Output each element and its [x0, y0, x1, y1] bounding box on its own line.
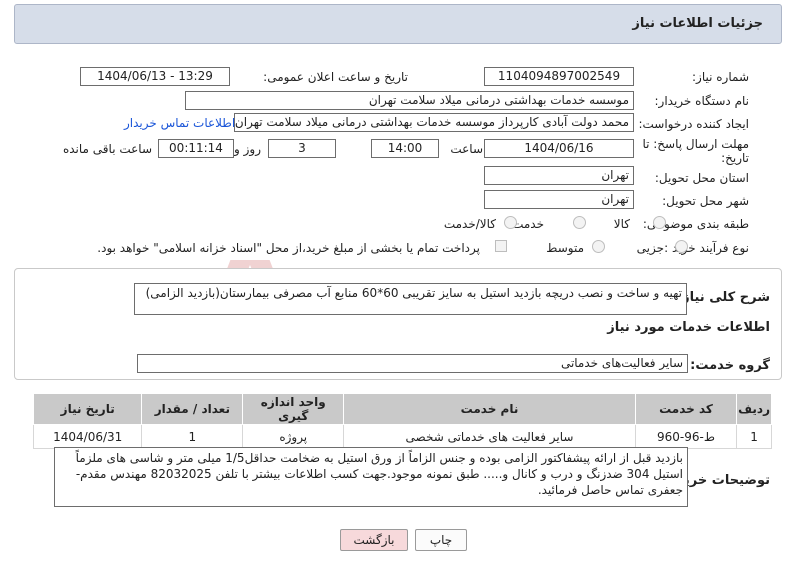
services-table: ردیف کد خدمت نام خدمت واحد اندازه گیری ت… [32, 393, 772, 449]
summary-field: تهیه و ساخت و نصب دریچه بازدید استیل به … [134, 283, 687, 315]
print-button[interactable]: چاپ [415, 529, 467, 551]
cell-need-date: 1404/06/31 [32, 424, 143, 449]
service-group-field: سایر فعالیت‌های خدماتی [137, 354, 688, 373]
summary-label: شرح کلی نیاز: [676, 290, 770, 305]
back-button[interactable]: بازگشت [340, 529, 408, 551]
need-number-label: شماره نیاز: [692, 70, 749, 84]
category-radio-goods[interactable] [653, 216, 666, 229]
col-row-number: ردیف [736, 393, 772, 425]
col-need-date: تاریخ نیاز [32, 393, 143, 425]
table-header-row: ردیف کد خدمت نام خدمت واحد اندازه گیری ت… [32, 393, 772, 425]
city-field: تهران [484, 190, 634, 209]
deadline-date-label: تاریخ: [721, 151, 749, 165]
buyer-notes-field: بازدید قبل از ارائه پیشفاکتور الزامی بود… [54, 447, 688, 507]
process-option-minor: جزیی [636, 241, 664, 255]
announce-date-label: تاریخ و ساعت اعلان عمومی: [263, 70, 408, 84]
buyer-contact-link[interactable]: اطلاعات تماس خریدار [124, 116, 235, 130]
deadline-label: مهلت ارسال پاسخ: تا [642, 137, 749, 151]
category-option-goods: کالا [613, 217, 630, 231]
category-option-goods-service: کالا/خدمت [443, 217, 496, 231]
page-title: جزئیات اطلاعات نیاز [632, 16, 763, 31]
announce-date-field: 1404/06/13 - 13:29 [80, 67, 230, 86]
buyer-label: نام دستگاه خریدار: [654, 94, 750, 108]
payment-checkbox[interactable] [495, 240, 507, 252]
col-service-name: نام خدمت [343, 393, 636, 425]
category-radio-service[interactable] [573, 216, 586, 229]
deadline-time-field: 14:00 [371, 139, 439, 158]
col-service-code: کد خدمت [634, 393, 738, 425]
service-group-label: گروه خدمت: [690, 358, 770, 373]
cell-unit: پروژه [242, 424, 345, 449]
cell-quantity: 1 [141, 424, 244, 449]
time-remaining-label: ساعت باقی مانده [62, 142, 152, 156]
requester-field: محمد دولت آبادی کارپرداز موسسه خدمات بهد… [234, 113, 634, 132]
page-header: جزئیات اطلاعات نیاز [14, 4, 782, 44]
process-radio-medium[interactable] [592, 240, 605, 253]
days-remaining-field: 3 [268, 139, 336, 158]
cell-row-number: 1 [736, 424, 772, 449]
category-option-service: خدمت [512, 217, 544, 231]
time-remaining-field: 00:11:14 [158, 139, 234, 158]
table-row: 1 ط-96-960 سایر فعالیت های خدماتی شخصی پ… [32, 424, 772, 449]
province-field: تهران [484, 166, 634, 185]
process-radio-minor[interactable] [675, 240, 688, 253]
deadline-date-field: 1404/06/16 [484, 139, 634, 158]
col-unit: واحد اندازه گیری [242, 393, 345, 425]
city-label: شهر محل تحویل: [662, 194, 749, 208]
requester-label: ایجاد کننده درخواست: [638, 117, 749, 131]
services-section-title: اطلاعات خدمات مورد نیاز [607, 320, 770, 335]
payment-note: پرداخت تمام یا بخشی از مبلغ خرید،از محل … [97, 241, 480, 255]
col-quantity: تعداد / مقدار [141, 393, 244, 425]
buyer-field: موسسه خدمات بهداشتی درمانی میلاد سلامت ت… [185, 91, 634, 110]
deadline-time-label: ساعت [450, 142, 483, 156]
province-label: استان محل تحویل: [654, 171, 749, 185]
category-radio-goods-service[interactable] [504, 216, 517, 229]
need-number-field: 1104094897002549 [484, 67, 634, 86]
process-option-medium: متوسط [546, 241, 584, 255]
days-label: روز و [234, 142, 261, 156]
cell-service-code: ط-96-960 [634, 424, 738, 449]
cell-service-name: سایر فعالیت های خدماتی شخصی [343, 424, 636, 449]
